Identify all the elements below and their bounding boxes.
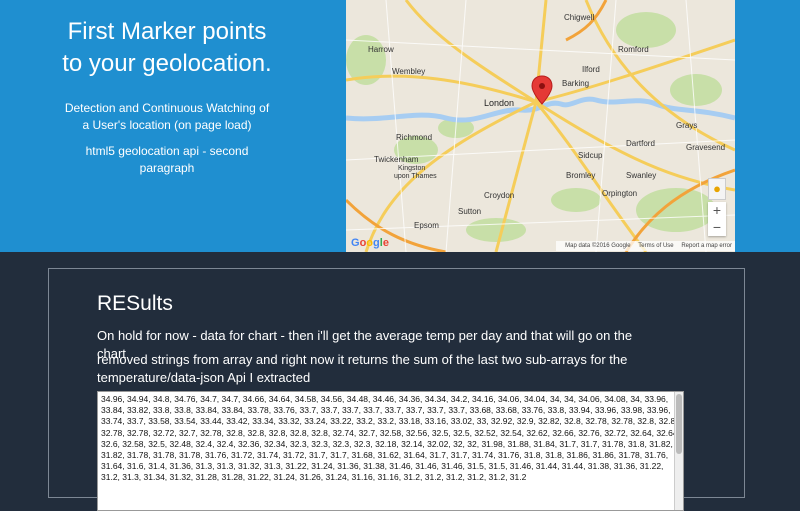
- description-line-2: a User's location (on page load): [82, 118, 252, 132]
- title-line-2: to your geolocation.: [62, 50, 272, 77]
- map-attribution: Map data ©2016 Google Terms of Use Repor…: [556, 241, 735, 251]
- label-london: London: [484, 98, 514, 108]
- page-title: First Marker points to your geolocation.: [0, 16, 334, 80]
- label-twickenham: Twickenham: [374, 155, 419, 164]
- hero-description: Detection and Continuous Watching of a U…: [0, 100, 334, 134]
- hero-paragraph: html5 geolocation api - second paragraph: [0, 143, 334, 177]
- hero-section: First Marker points to your geolocation.…: [0, 0, 800, 252]
- google-logo[interactable]: Google: [351, 237, 389, 249]
- zoom-out-button[interactable]: −: [708, 219, 726, 236]
- title-line-1: First Marker points: [67, 18, 267, 45]
- label-gravesend: Gravesend: [686, 143, 725, 152]
- description-line-1: Detection and Continuous Watching of: [64, 101, 270, 115]
- label-chigwell: Chigwell: [564, 13, 594, 22]
- report-error-link[interactable]: Report a map error: [681, 243, 732, 249]
- results-line-2: removed strings from array and right now…: [97, 352, 628, 385]
- label-wembley: Wembley: [392, 67, 425, 76]
- label-croydon: Croydon: [484, 191, 514, 200]
- label-romford: Romford: [618, 45, 649, 54]
- scrollbar-thumb[interactable]: [676, 394, 682, 454]
- terms-link[interactable]: Terms of Use: [638, 243, 673, 249]
- paragraph-line-1: html5 geolocation api - second: [85, 144, 249, 158]
- label-epsom: Epsom: [414, 221, 439, 230]
- results-title: RESults: [97, 292, 173, 315]
- label-grays: Grays: [676, 121, 697, 130]
- label-sutton: Sutton: [458, 207, 481, 216]
- label-swanley: Swanley: [626, 171, 656, 180]
- label-kingston-1: Kingston: [398, 165, 425, 172]
- label-sidcup: Sidcup: [578, 151, 603, 160]
- label-orpington: Orpington: [602, 189, 637, 198]
- hero-text: First Marker points to your geolocation.…: [0, 0, 334, 252]
- map-canvas[interactable]: Harrow Wembley London Richmond Twickenha…: [346, 0, 735, 252]
- label-kingston-2: upon Thames: [394, 173, 437, 180]
- label-harrow: Harrow: [368, 45, 394, 54]
- textarea-scrollbar[interactable]: [674, 392, 683, 510]
- paragraph-line-2: paragraph: [139, 161, 195, 175]
- label-bromley: Bromley: [566, 171, 595, 180]
- temperature-data-textarea[interactable]: 34.96, 34.94, 34.8, 34.76, 34.7, 34.7, 3…: [97, 391, 684, 511]
- label-barking: Barking: [562, 79, 589, 88]
- map-data-label: Map data ©2016 Google: [565, 243, 631, 249]
- label-richmond: Richmond: [396, 133, 432, 142]
- results-panel: RESults On hold for now - data for chart…: [48, 268, 745, 511]
- zoom-control[interactable]: + −: [708, 202, 726, 236]
- label-ilford: Ilford: [582, 65, 600, 74]
- label-dartford: Dartford: [626, 139, 655, 148]
- temperature-data-text: 34.96, 34.94, 34.8, 34.76, 34.7, 34.7, 3…: [101, 394, 680, 483]
- zoom-in-button[interactable]: +: [708, 202, 726, 219]
- street-view-pegman-icon[interactable]: ●: [708, 178, 726, 200]
- map-widget[interactable]: Harrow Wembley London Richmond Twickenha…: [346, 0, 735, 252]
